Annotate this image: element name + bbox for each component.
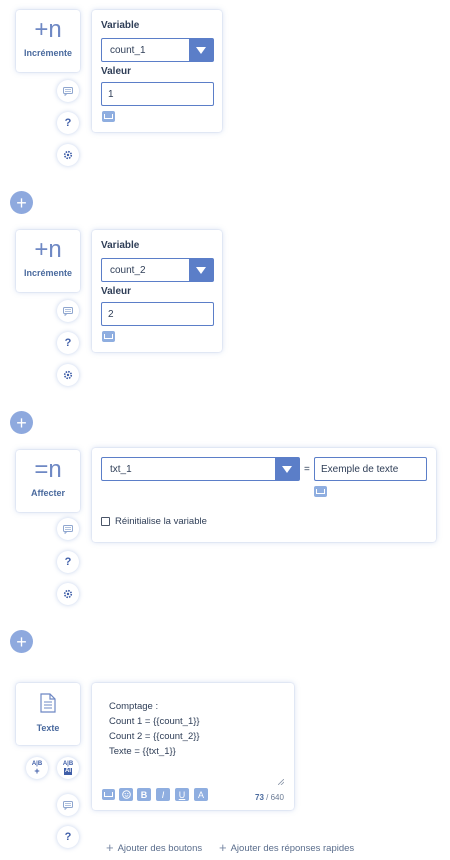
value-label: Valeur — [101, 286, 132, 297]
text-line: Comptage : — [109, 701, 159, 712]
comment-button[interactable] — [57, 518, 79, 540]
variable-insert-button[interactable] — [102, 331, 115, 342]
text-editor[interactable]: Comptage : Count 1 = {{count_1}} Count 2… — [92, 683, 294, 810]
ab-test-ai-button[interactable]: A|B AI — [57, 757, 79, 779]
add-step-button[interactable]: + — [10, 191, 33, 214]
underline-button[interactable]: U — [175, 788, 189, 801]
variable-select[interactable]: txt_1 — [101, 457, 300, 481]
variable-label: Variable — [101, 240, 140, 251]
char-counter: 73 / 640 — [255, 793, 284, 802]
increment-icon: +n — [34, 16, 62, 43]
comment-icon — [63, 800, 73, 810]
text-line: Count 1 = {{count_1}} — [109, 716, 200, 727]
emoji-icon — [121, 790, 131, 799]
char-limit: / 640 — [266, 793, 284, 802]
equals-sign: = — [304, 464, 310, 475]
plus-icon: + — [106, 840, 114, 855]
ai-icon: AI — [64, 768, 72, 775]
gear-icon — [63, 150, 73, 160]
reset-variable-label: Réinitialise la variable — [115, 516, 207, 527]
add-buttons-label: Ajouter des boutons — [117, 843, 203, 854]
value-input[interactable]: 2 — [101, 302, 214, 326]
text-icon-card[interactable]: Texte — [16, 683, 80, 745]
assign-icon: =n — [34, 456, 62, 483]
chevron-down-icon — [189, 259, 213, 281]
help-button[interactable]: ? — [57, 112, 79, 134]
value-label: Valeur — [101, 66, 132, 77]
brackets-icon — [104, 792, 113, 797]
variable-label: Variable — [101, 20, 140, 31]
add-quick-replies-label: Ajouter des réponses rapides — [230, 843, 355, 854]
increment-icon-card[interactable]: +n Incrémente — [16, 230, 80, 292]
block-type-label: Affecter — [30, 488, 65, 498]
comment-button[interactable] — [57, 300, 79, 322]
settings-button[interactable] — [57, 583, 79, 605]
assign-value-input[interactable]: Exemple de texte — [314, 457, 427, 481]
ab-label: A|B — [62, 761, 74, 767]
variable-select-value: txt_1 — [110, 463, 132, 475]
variable-select-value: count_2 — [110, 264, 146, 276]
help-button[interactable]: ? — [57, 332, 79, 354]
comment-icon — [63, 86, 73, 96]
ab-test-button[interactable]: A|B + — [26, 757, 48, 779]
value-input[interactable]: 1 — [101, 82, 214, 106]
resize-handle-icon[interactable] — [278, 779, 284, 785]
block-type-label: Texte — [36, 723, 60, 733]
add-buttons-link[interactable]: + Ajouter des boutons — [106, 840, 202, 855]
variable-insert-button[interactable] — [102, 789, 115, 800]
settings-button[interactable] — [57, 144, 79, 166]
char-count: 73 — [255, 793, 264, 802]
gear-icon — [63, 589, 73, 599]
gear-icon — [63, 370, 73, 380]
variable-insert-button[interactable] — [102, 111, 115, 122]
brackets-icon — [104, 334, 113, 339]
comment-button[interactable] — [57, 80, 79, 102]
brackets-icon — [104, 114, 113, 119]
comment-icon — [63, 524, 73, 534]
text-color-button[interactable]: A — [194, 788, 208, 801]
assign-icon-card[interactable]: =n Affecter — [16, 450, 80, 512]
help-button[interactable]: ? — [57, 826, 79, 848]
help-button[interactable]: ? — [57, 551, 79, 573]
increment-icon-card[interactable]: +n Incrémente — [16, 10, 80, 72]
emoji-button[interactable] — [119, 788, 133, 801]
text-line: Count 2 = {{count_2}} — [109, 731, 200, 742]
brackets-icon — [316, 489, 325, 494]
chevron-down-icon — [275, 458, 299, 480]
document-icon — [40, 693, 56, 713]
assign-form: txt_1 = Exemple de texte Réinitialise la… — [92, 448, 436, 542]
plus-icon: + — [219, 840, 227, 855]
add-step-button[interactable]: + — [10, 630, 33, 653]
add-quick-replies-link[interactable]: + Ajouter des réponses rapides — [219, 840, 354, 855]
plus-icon: + — [34, 766, 40, 776]
increment-form: Variable count_2 Valeur 2 — [92, 230, 222, 352]
reset-variable-checkbox[interactable] — [101, 517, 110, 526]
variable-insert-button[interactable] — [314, 486, 327, 497]
block-type-label: Incrémente — [23, 268, 73, 278]
chevron-down-icon — [189, 39, 213, 61]
comment-icon — [63, 306, 73, 316]
comment-button[interactable] — [57, 794, 79, 816]
increment-form: Variable count_1 Valeur 1 — [92, 10, 222, 132]
variable-select[interactable]: count_1 — [101, 38, 214, 62]
variable-select-value: count_1 — [110, 44, 146, 56]
italic-button[interactable]: I — [156, 788, 170, 801]
block-type-label: Incrémente — [23, 48, 73, 58]
add-step-button[interactable]: + — [10, 411, 33, 434]
settings-button[interactable] — [57, 364, 79, 386]
text-line: Texte = {{txt_1}} — [109, 746, 176, 757]
bold-button[interactable]: B — [137, 788, 151, 801]
increment-icon: +n — [34, 236, 62, 263]
variable-select[interactable]: count_2 — [101, 258, 214, 282]
